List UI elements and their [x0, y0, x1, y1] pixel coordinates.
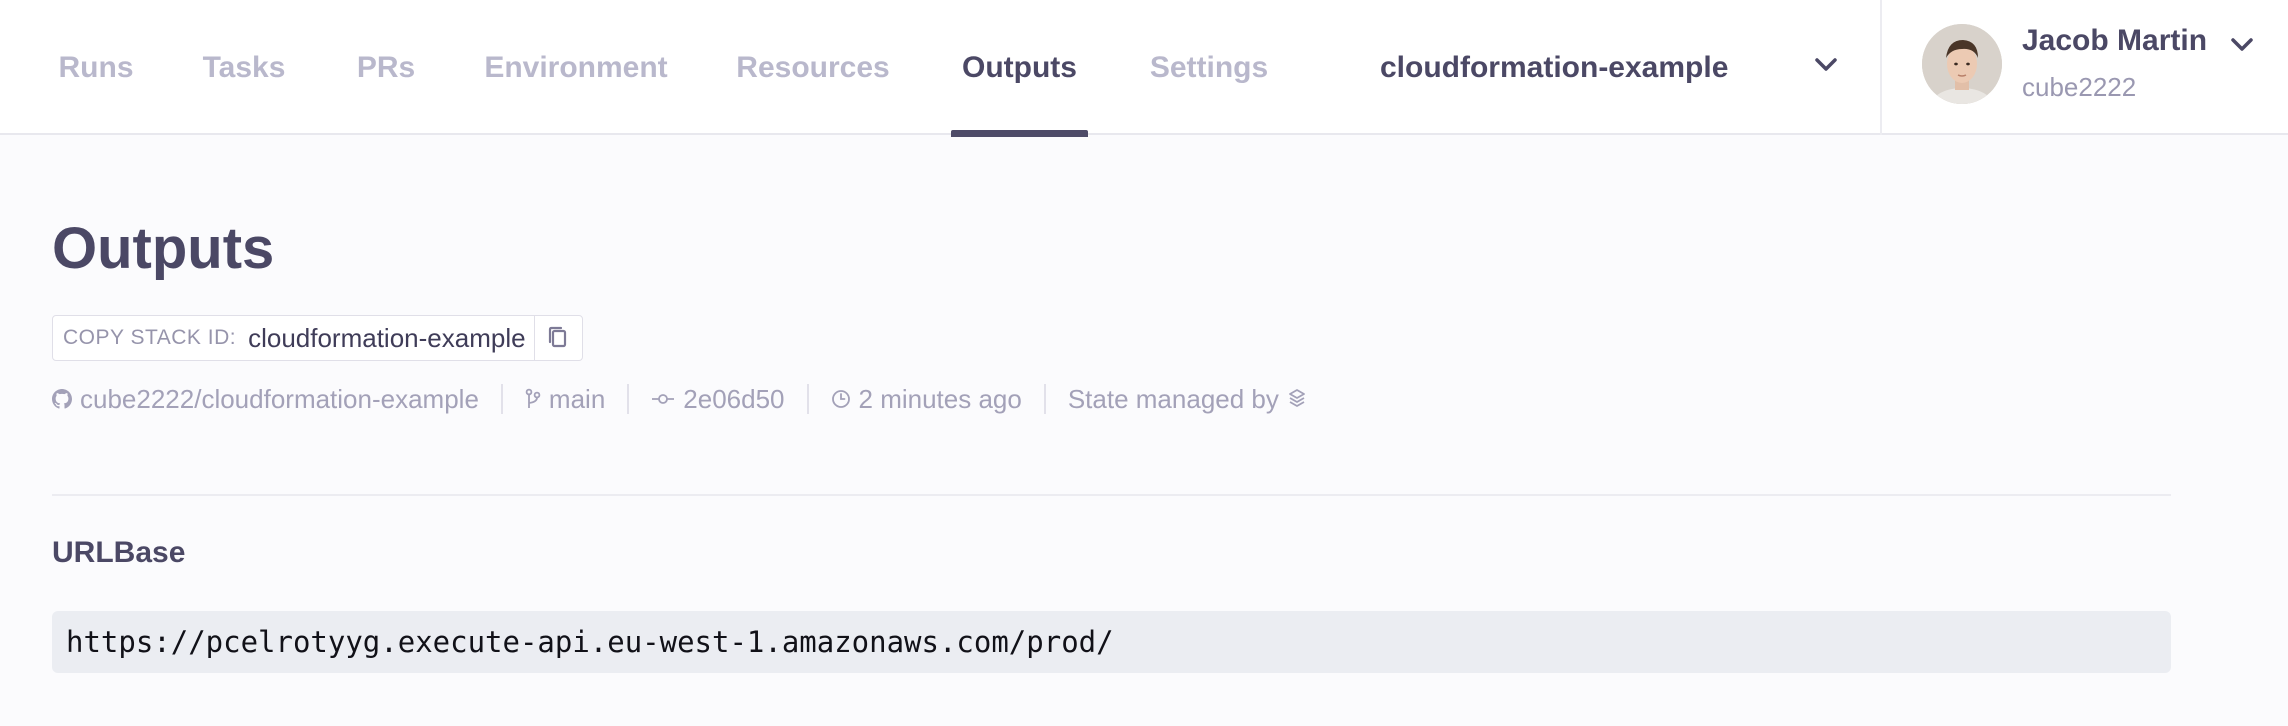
repo-name: cube2222/cloudformation-example [80, 383, 479, 414]
stack-id-value: cloudformation-example [248, 322, 526, 353]
section-divider [52, 494, 2171, 496]
updated-time: 2 minutes ago [831, 384, 1022, 415]
stack-selector[interactable]: cloudformation-example [1380, 0, 1850, 135]
time-ago: 2 minutes ago [858, 383, 1022, 414]
state-managed-label: State managed by [1067, 383, 1279, 414]
stack-selector-value: cloudformation-example [1380, 50, 1729, 84]
tab-tasks[interactable]: Tasks [196, 0, 292, 135]
meta-separator [500, 384, 503, 414]
clock-icon [831, 390, 850, 408]
tab-settings[interactable]: Settings [1142, 0, 1276, 135]
top-navigation-bar: Runs Tasks PRs Environment Resources Out… [0, 0, 2288, 137]
git-commit-icon [652, 394, 675, 404]
tab-environment[interactable]: Environment [480, 0, 672, 135]
meta-separator [1043, 384, 1046, 414]
page-title: Outputs [52, 216, 275, 281]
copy-icon [548, 326, 567, 348]
spacelift-logo-icon [1288, 389, 1305, 407]
branch-name: main [548, 383, 606, 414]
tab-runs[interactable]: Runs [52, 0, 140, 135]
repo-link[interactable]: cube2222/cloudformation-example [52, 384, 479, 415]
output-value[interactable]: https://pcelrotyyg.execute-api.eu-west-1… [52, 611, 2171, 673]
copy-button[interactable] [533, 316, 582, 360]
copy-stack-id: COPY STACK ID: cloudformation-example [52, 315, 583, 361]
user-menu[interactable]: Jacob Martin cube2222 [1922, 0, 2282, 135]
divider [1880, 0, 1882, 135]
git-branch-icon [525, 388, 541, 408]
state-management: State managed by [1068, 384, 1307, 415]
copy-stack-id-label: COPY STACK ID: [63, 326, 237, 349]
commit[interactable]: 2e06d50 [651, 383, 785, 415]
meta-separator [627, 384, 630, 414]
chevron-down-icon [2228, 34, 2256, 61]
branch[interactable]: main [525, 384, 605, 415]
commit-sha: 2e06d50 [683, 383, 785, 414]
avatar [1922, 24, 2002, 104]
stack-meta: cube2222/cloudformation-example main 2e0… [52, 379, 1307, 419]
tab-prs[interactable]: PRs [352, 0, 420, 135]
tab-resources[interactable]: Resources [732, 0, 894, 135]
chevron-down-icon [1812, 54, 1840, 81]
tab-outputs[interactable]: Outputs [951, 0, 1088, 137]
meta-separator [806, 384, 809, 414]
user-handle: cube2222 [2022, 72, 2137, 102]
output-key: URLBase [52, 536, 186, 569]
github-icon [52, 389, 72, 409]
user-name: Jacob Martin [2022, 24, 2208, 57]
